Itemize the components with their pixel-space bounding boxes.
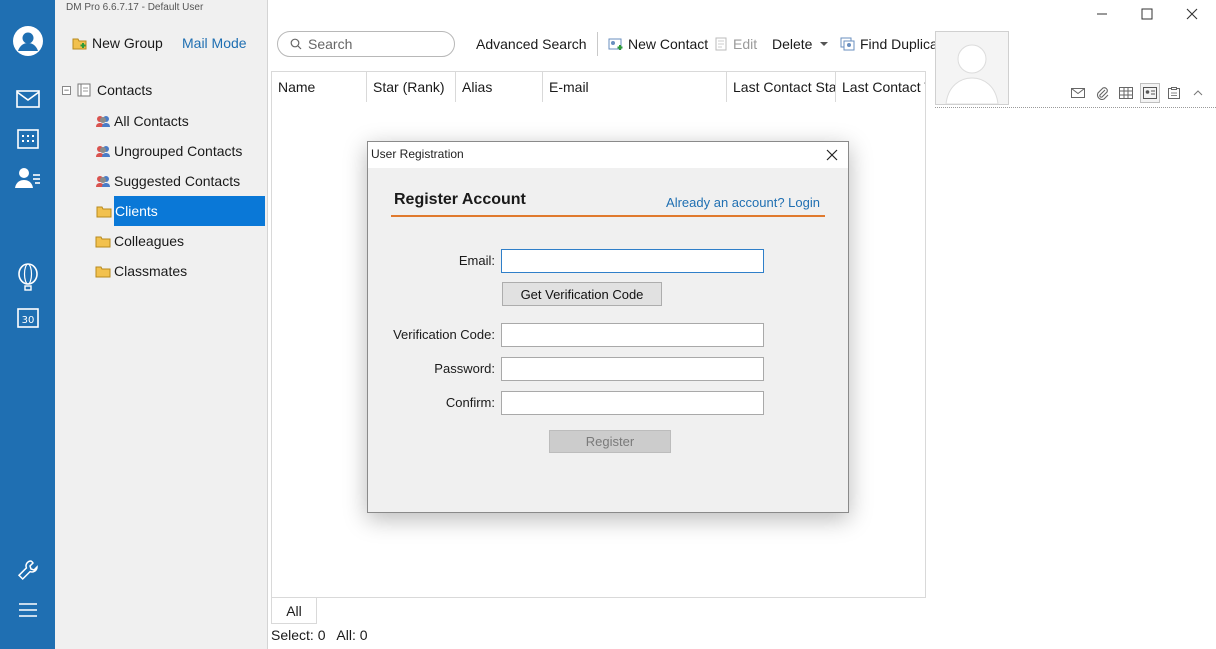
tree-item-label: Colleagues xyxy=(114,233,185,249)
tree-item-label: Ungrouped Contacts xyxy=(114,143,243,159)
tree-root-contacts[interactable]: − Contacts xyxy=(62,82,152,98)
password-label: Password: xyxy=(434,361,495,376)
maximize-icon[interactable] xyxy=(1124,3,1170,25)
app-title: DM Pro 6.6.7.17 - Default User xyxy=(66,2,204,13)
tab-all[interactable]: All xyxy=(271,598,317,624)
column-header-last-contact-time[interactable]: Last Contact T xyxy=(836,72,925,102)
tree-item-clients[interactable]: Clients xyxy=(96,196,265,226)
contact-card-icon[interactable] xyxy=(1140,83,1160,103)
password-field[interactable] xyxy=(501,357,764,381)
edit-label: Edit xyxy=(733,36,758,52)
get-verification-code-button[interactable]: Get Verification Code xyxy=(502,282,662,306)
find-duplicates-icon xyxy=(840,37,855,51)
search-input[interactable] xyxy=(308,36,438,52)
profile-icon[interactable] xyxy=(11,24,45,58)
tree-item-label: All Contacts xyxy=(114,113,189,129)
status-all-label: All: xyxy=(336,627,356,643)
close-icon[interactable] xyxy=(822,145,842,165)
contact-group-icon xyxy=(96,146,110,157)
tree-collapse-toggle[interactable]: − xyxy=(62,85,71,95)
calendar-30-icon[interactable]: 30 xyxy=(13,303,43,333)
column-header-star[interactable]: Star (Rank) xyxy=(367,72,456,102)
calendar-icon[interactable] xyxy=(13,124,43,154)
wrench-icon[interactable] xyxy=(13,555,43,585)
grid-header: Name Star (Rank) Alias E-mail Last Conta… xyxy=(272,72,925,102)
find-duplicates-label: Find Duplica xyxy=(860,36,938,52)
new-group-icon xyxy=(72,38,87,50)
tree-item-suggested-contacts[interactable]: Suggested Contacts xyxy=(95,166,265,196)
confirm-password-field[interactable] xyxy=(501,391,764,415)
heading-underline xyxy=(391,215,825,217)
column-header-name[interactable]: Name xyxy=(272,72,367,102)
mail-mode-link[interactable]: Mail Mode xyxy=(182,35,247,51)
tree-item-all-contacts[interactable]: All Contacts xyxy=(95,106,265,136)
edit-button[interactable]: Edit xyxy=(715,36,757,52)
contact-group-icon xyxy=(96,116,110,127)
email-field[interactable] xyxy=(501,249,764,273)
avatar-placeholder-icon xyxy=(945,44,999,105)
tree-item-ungrouped-contacts[interactable]: Ungrouped Contacts xyxy=(95,136,265,166)
dialog-title: User Registration xyxy=(371,147,464,161)
notes-icon[interactable] xyxy=(1164,83,1184,103)
tree-item-label: Suggested Contacts xyxy=(114,173,241,189)
search-icon xyxy=(290,38,302,50)
chevron-down-icon xyxy=(820,42,829,46)
contact-group-icon xyxy=(96,176,110,187)
left-rail: 30 xyxy=(0,0,55,649)
folder-panel: DM Pro 6.6.7.17 - Default User New Group… xyxy=(55,0,268,649)
tree-item-label: Classmates xyxy=(114,263,188,279)
mail-icon[interactable] xyxy=(13,84,43,114)
tree-item-colleagues[interactable]: Colleagues xyxy=(95,226,265,256)
status-bar: Select: 0 All: 0 xyxy=(271,627,368,643)
delete-label: Delete xyxy=(772,36,813,52)
column-header-last-contact-status[interactable]: Last Contact Stat xyxy=(727,72,836,102)
contact-avatar xyxy=(935,31,1009,105)
envelope-icon[interactable] xyxy=(1068,83,1088,103)
balloon-icon[interactable] xyxy=(13,262,43,292)
new-contact-label: New Contact xyxy=(628,36,709,52)
address-book-icon xyxy=(77,83,91,97)
new-contact-button[interactable]: New Contact xyxy=(608,36,708,52)
close-window-icon[interactable] xyxy=(1169,3,1215,25)
user-registration-dialog: User Registration Register Account Alrea… xyxy=(367,141,849,513)
advanced-search-button[interactable]: Advanced Search xyxy=(476,36,587,52)
minimize-icon[interactable] xyxy=(1079,3,1125,25)
verification-code-label: Verification Code: xyxy=(393,327,495,342)
folder-icon xyxy=(95,236,111,248)
dialog-titlebar: User Registration xyxy=(368,142,848,168)
search-box[interactable] xyxy=(277,31,455,57)
status-select-count: 0 xyxy=(317,627,326,643)
toolbar-separator xyxy=(597,32,598,56)
verification-code-field[interactable] xyxy=(501,323,764,347)
new-group-button[interactable]: New Group xyxy=(72,35,163,51)
dialog-heading: Register Account xyxy=(394,191,526,208)
menu-icon[interactable] xyxy=(13,595,43,625)
tree-item-classmates[interactable]: Classmates xyxy=(95,256,265,286)
calendar-grid-icon[interactable] xyxy=(1116,83,1136,103)
login-link[interactable]: Already an account? Login xyxy=(666,195,820,210)
tree-root-label: Contacts xyxy=(97,82,153,98)
status-all-count: 0 xyxy=(359,627,368,643)
chevron-up-icon[interactable] xyxy=(1188,83,1208,103)
folder-icon xyxy=(95,266,111,278)
edit-icon xyxy=(715,37,727,51)
new-group-label: New Group xyxy=(92,35,163,51)
preview-divider xyxy=(935,107,1216,108)
delete-button[interactable]: Delete xyxy=(772,36,829,52)
folder-icon xyxy=(96,206,112,218)
column-header-email[interactable]: E-mail xyxy=(543,72,727,102)
register-button[interactable]: Register xyxy=(549,430,671,453)
app-window: 30 DM Pro 6.6.7.17 - Default User New Gr… xyxy=(0,0,1216,649)
tree-item-label: Clients xyxy=(115,203,158,219)
new-contact-icon xyxy=(608,38,623,50)
confirm-label: Confirm: xyxy=(445,395,495,410)
preview-toolbar xyxy=(1068,83,1208,103)
status-select-label: Select: xyxy=(271,627,314,643)
attachment-icon[interactable] xyxy=(1092,83,1112,103)
svg-text:30: 30 xyxy=(22,315,35,326)
email-label: Email: xyxy=(458,253,495,268)
column-header-alias[interactable]: Alias xyxy=(456,72,543,102)
contacts-icon[interactable] xyxy=(13,163,43,193)
find-duplicates-button[interactable]: Find Duplica xyxy=(840,36,938,52)
